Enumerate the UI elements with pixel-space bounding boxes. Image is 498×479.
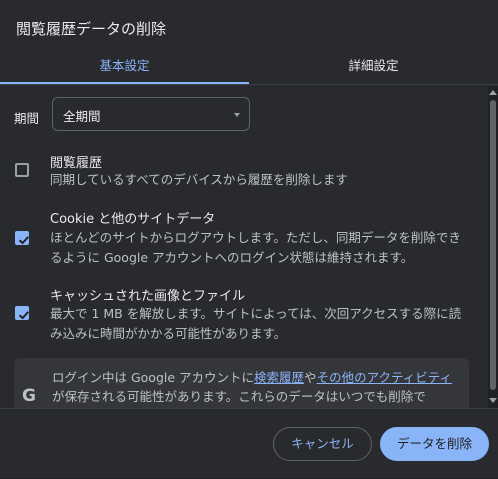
scroll-down-arrow-icon[interactable]: [489, 398, 497, 403]
option-description: 最大で 1 MB を解放します。サイトによっては、次回アクセスする際に読み込みに…: [50, 306, 462, 341]
scrollbar[interactable]: [488, 86, 498, 408]
google-notice-text: ログイン中は Google アカウントに検索履歴やその他のアクティビティが保存さ…: [52, 368, 457, 406]
time-range-value: 全期間: [63, 109, 101, 124]
checkmark-icon: [18, 311, 30, 320]
notice-text-part: が保存される可能性があります。これらのデータはいつでも削除で: [52, 389, 426, 404]
scroll-up-arrow-icon[interactable]: [489, 90, 497, 95]
notice-text-part: ログイン中は Google アカウントに: [52, 370, 255, 385]
tab-bar: 基本設定 詳細設定: [0, 50, 498, 85]
dialog-footer: キャンセル データを削除: [0, 408, 498, 479]
tab-advanced[interactable]: 詳細設定: [249, 50, 498, 84]
cookies-checkbox[interactable]: [15, 231, 30, 245]
tab-basic[interactable]: 基本設定: [0, 50, 249, 84]
time-range-select[interactable]: 全期間: [52, 97, 250, 131]
cancel-button[interactable]: キャンセル: [273, 427, 372, 461]
option-description: ほとんどのサイトからログアウトします。ただし、同期データを削除できるように Go…: [50, 230, 461, 265]
dropdown-caret-icon: [234, 113, 240, 117]
google-account-notice: G ログイン中は Google アカウントに検索履歴やその他のアクティビティが保…: [14, 358, 469, 408]
clear-data-button[interactable]: データを削除: [380, 427, 489, 461]
time-range-label: 期間: [14, 111, 40, 126]
clear-browsing-data-dialog: 閲覧履歴データの削除 基本設定 詳細設定 期間 全期間 閲覧履歴 同期しているす…: [0, 0, 498, 478]
other-activity-link[interactable]: その他のアクティビティ: [317, 370, 452, 385]
option-title: 閲覧履歴: [50, 156, 103, 171]
checkmark-icon: [18, 236, 30, 245]
option-description: 同期しているすべてのデバイスから履歴を削除します: [50, 172, 348, 187]
cache-checkbox[interactable]: [15, 306, 30, 320]
search-history-link[interactable]: 検索履歴: [254, 370, 304, 385]
dialog-content: 期間 全期間 閲覧履歴 同期しているすべてのデバイスから履歴を削除します Coo…: [0, 86, 490, 408]
dialog-title: 閲覧履歴データの削除: [16, 20, 167, 38]
browsing-history-checkbox[interactable]: [15, 163, 29, 177]
google-icon: G: [22, 386, 36, 406]
notice-text-part: や: [304, 370, 317, 385]
scroll-thumb[interactable]: [490, 100, 496, 390]
option-title: Cookie と他のサイトデータ: [50, 212, 216, 227]
option-title: キャッシュされた画像とファイル: [50, 289, 246, 304]
